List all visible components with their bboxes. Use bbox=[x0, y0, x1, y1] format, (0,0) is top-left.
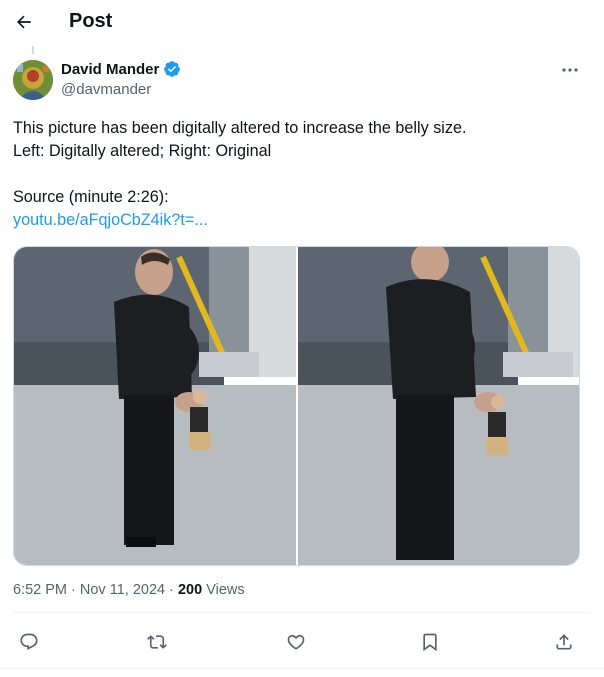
bookmark-icon bbox=[423, 633, 437, 652]
page-title: Post bbox=[69, 10, 113, 32]
share-icon bbox=[556, 634, 572, 650]
media-image-original[interactable] bbox=[297, 247, 579, 565]
media-image-altered[interactable] bbox=[14, 247, 296, 565]
source-link[interactable]: youtu.be/aFqjoCbZ4ik?t=... bbox=[13, 211, 208, 229]
thread-connector bbox=[32, 46, 34, 54]
header-bar: Post bbox=[0, 0, 604, 44]
user-handle[interactable]: @davmander bbox=[61, 81, 181, 98]
post-date[interactable]: Nov 11, 2024 bbox=[80, 582, 165, 598]
repost-button[interactable] bbox=[143, 628, 171, 656]
post-time[interactable]: 6:52 PM bbox=[13, 582, 67, 598]
author-block: David Mander @davmander bbox=[61, 60, 181, 98]
reply-icon bbox=[20, 633, 38, 651]
repost-icon bbox=[147, 635, 167, 649]
share-button[interactable] bbox=[550, 628, 578, 656]
display-name[interactable]: David Mander bbox=[61, 61, 159, 78]
like-icon bbox=[287, 634, 305, 650]
divider bbox=[13, 612, 591, 613]
more-dots-icon bbox=[562, 68, 578, 72]
back-button[interactable] bbox=[10, 8, 38, 36]
tweet-line-1: This picture has been digitally altered … bbox=[13, 119, 467, 137]
action-bar bbox=[0, 624, 604, 660]
reply-button[interactable] bbox=[15, 628, 43, 656]
media-grid bbox=[13, 246, 580, 566]
source-label: Source (minute 2:26): bbox=[13, 188, 169, 206]
like-button[interactable] bbox=[282, 628, 310, 656]
views-label: Views bbox=[202, 582, 245, 598]
avatar-image bbox=[13, 60, 53, 100]
more-options-button[interactable] bbox=[558, 60, 582, 80]
post-meta: 6:52 PM · Nov 11, 2024 · 200 Views bbox=[13, 582, 245, 598]
views-count: 200 bbox=[177, 582, 203, 598]
bookmark-button[interactable] bbox=[416, 628, 444, 656]
avatar[interactable] bbox=[13, 60, 53, 100]
tweet-line-2: Left: Digitally altered; Right: Original bbox=[13, 142, 272, 160]
tweet-text: This picture has been digitally altered … bbox=[13, 117, 583, 232]
arrow-left-icon bbox=[17, 15, 31, 29]
verified-badge-icon[interactable] bbox=[163, 60, 181, 78]
bottom-divider bbox=[0, 668, 604, 669]
